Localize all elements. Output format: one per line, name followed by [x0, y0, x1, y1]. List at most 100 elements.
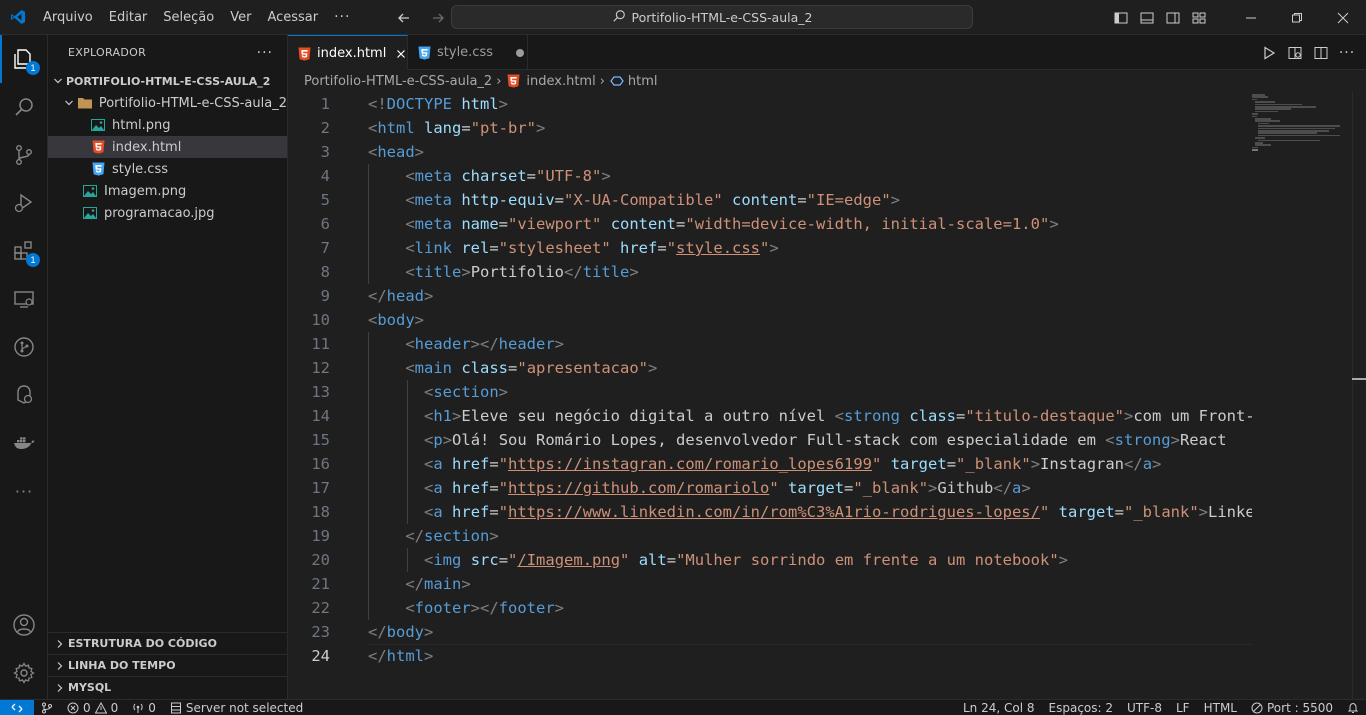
run-icon[interactable] — [1256, 35, 1282, 70]
code-line[interactable]: </body> — [368, 620, 1252, 644]
code-line[interactable]: <html lang="pt-br"> — [368, 116, 1252, 140]
minimap[interactable] — [1252, 92, 1352, 699]
extensions-icon[interactable]: 1 — [0, 227, 48, 275]
code-line[interactable]: <h1>Eleve seu negócio digital a outro ní… — [368, 404, 1252, 428]
customize-layout-icon[interactable] — [1186, 0, 1212, 35]
restore-icon[interactable] — [1274, 0, 1320, 35]
mysql-section[interactable]: MYSQL — [48, 676, 287, 698]
code-line[interactable]: <a href="https://instagran.com/romario_l… — [368, 452, 1252, 476]
code-token: " — [498, 455, 509, 473]
code-token: < — [405, 263, 415, 281]
explorer-icon[interactable]: 1 — [0, 35, 48, 83]
code-line[interactable]: <header></header> — [368, 332, 1252, 356]
file-row-programacao-jpg[interactable]: programacao.jpg — [48, 202, 287, 224]
code-token: < — [405, 167, 415, 185]
code-line[interactable]: <main class="apresentacao"> — [368, 356, 1252, 380]
code-line[interactable]: </html> — [368, 644, 1252, 668]
docker-icon[interactable] — [0, 419, 48, 467]
code-editor[interactable]: 1 2 3 4 5 6 7 8 9 10 11 12 13 14 15 16 1… — [288, 92, 1366, 699]
menu-more-button[interactable]: ··· — [326, 0, 358, 35]
toggle-panel-icon[interactable] — [1134, 0, 1160, 35]
code-line[interactable]: <meta charset="UTF-8"> — [368, 164, 1252, 188]
code-line[interactable]: <section> — [368, 380, 1252, 404]
notifications-bell-icon[interactable] — [1340, 700, 1366, 715]
open-preview-icon[interactable] — [1282, 35, 1308, 70]
code-line[interactable]: <head> — [368, 140, 1252, 164]
unsaved-dot-icon[interactable] — [515, 45, 525, 61]
folder-row[interactable]: Portifolio-HTML-e-CSS-aula_2 — [48, 92, 287, 114]
toggle-secondary-sidebar-icon[interactable] — [1160, 0, 1186, 35]
code-line[interactable]: </head> — [368, 284, 1252, 308]
close-window-icon[interactable] — [1320, 0, 1366, 35]
code-line[interactable]: <a href="https://www.linkedin.com/in/rom… — [368, 500, 1252, 524]
toggle-sidebar-icon[interactable] — [1108, 0, 1134, 35]
file-row-style-css[interactable]: style.css — [48, 158, 287, 180]
code-token: = — [657, 239, 667, 257]
problems-indicator[interactable]: 0 0 — [60, 700, 125, 715]
encoding[interactable]: UTF-8 — [1120, 700, 1169, 715]
code-line[interactable]: <p>Olá! Sou Romário Lopes, desenvolvedor… — [368, 428, 1252, 452]
menu-selecao[interactable]: Seleção — [155, 0, 222, 35]
remote-explorer-icon[interactable] — [0, 275, 48, 323]
back-arrow-icon[interactable] — [392, 6, 416, 30]
code-line[interactable]: <link rel="stylesheet" href="style.css"> — [368, 236, 1252, 260]
close-tab-icon[interactable] — [396, 46, 406, 62]
timeline-section[interactable]: LINHA DO TEMPO — [48, 654, 287, 676]
menu-acessar[interactable]: Acessar — [259, 0, 326, 35]
code-token: > — [424, 647, 434, 665]
ports-indicator[interactable]: 0 — [125, 700, 163, 715]
live-server-port[interactable]: Port : 5500 — [1244, 700, 1340, 715]
language-mode[interactable]: HTML — [1197, 700, 1244, 715]
menu-ver[interactable]: Ver — [222, 0, 259, 35]
explorer-more-button[interactable]: ··· — [257, 45, 273, 61]
indent-guide — [407, 380, 408, 404]
source-control-icon[interactable] — [0, 131, 48, 179]
end-of-line[interactable]: LF — [1169, 700, 1197, 715]
menu-arquivo[interactable]: Arquivo — [35, 0, 101, 35]
file-row-index-html[interactable]: index.html — [48, 136, 287, 158]
code-lines[interactable]: <!DOCTYPE html> <html lang="pt-br"> <head>… — [368, 92, 1252, 668]
code-line[interactable]: <meta http-equiv="X-UA-Compatible" conte… — [368, 188, 1252, 212]
tab-index-html[interactable]: index.html — [288, 35, 408, 71]
code-line[interactable]: <meta name="viewport" content="width=dev… — [368, 212, 1252, 236]
code-line[interactable]: </section> — [368, 524, 1252, 548]
live-share-icon[interactable] — [0, 371, 48, 419]
line-number: 3 — [320, 143, 330, 161]
breadcrumb-file[interactable]: index.html — [526, 74, 595, 89]
code-line[interactable]: <title>Portifolio</title> — [368, 260, 1252, 284]
code-line[interactable]: <!DOCTYPE html> — [368, 92, 1252, 116]
outline-section[interactable]: ESTRUTURA DO CÓDIGO — [48, 632, 287, 654]
code-line[interactable]: <body> — [368, 308, 1252, 332]
menu-editar[interactable]: Editar — [101, 0, 156, 35]
tab-style-css[interactable]: style.css — [408, 35, 528, 70]
file-row-html-png[interactable]: html.png — [48, 114, 287, 136]
server-status[interactable]: Server not selected — [163, 700, 310, 715]
run-debug-icon[interactable] — [0, 179, 48, 227]
breadcrumb-symbol[interactable]: html — [628, 74, 658, 89]
file-row-imagem-png[interactable]: Imagem.png — [48, 180, 287, 202]
code-line[interactable]: <footer></footer> — [368, 596, 1252, 620]
cursor-position[interactable]: Ln 24, Col 8 — [956, 700, 1042, 715]
code-token: href — [452, 455, 490, 473]
remote-indicator-icon[interactable] — [0, 699, 34, 715]
git-branch-icon[interactable] — [34, 700, 60, 715]
code-token: < — [405, 215, 415, 233]
command-center-search[interactable]: Portifolio-HTML-e-CSS-aula_2 — [451, 5, 973, 29]
split-editor-icon[interactable] — [1308, 35, 1334, 70]
code-line[interactable]: <a href="https://github.com/romariolo" t… — [368, 476, 1252, 500]
search-view-icon[interactable] — [0, 83, 48, 131]
vertical-scrollbar[interactable] — [1352, 92, 1366, 699]
account-icon[interactable] — [0, 601, 48, 649]
code-line[interactable]: </main> — [368, 572, 1252, 596]
code-line[interactable]: <img src="/Imagem.png" alt="Mulher sorri… — [368, 548, 1252, 572]
git-graph-icon[interactable] — [0, 323, 48, 371]
minimize-icon[interactable] — [1228, 0, 1274, 35]
indentation[interactable]: Espaços: 2 — [1042, 700, 1121, 715]
editor-more-button[interactable]: ··· — [1334, 35, 1360, 70]
more-views-button[interactable]: ··· — [0, 467, 48, 515]
settings-gear-icon[interactable] — [0, 649, 48, 697]
workspace-root-row[interactable]: PORTIFOLIO-HTML-E-CSS-AULA_2 — [48, 70, 287, 92]
breadcrumb-folder[interactable]: Portifolio-HTML-e-CSS-aula_2 — [304, 74, 492, 89]
forward-arrow-icon[interactable] — [426, 6, 450, 30]
